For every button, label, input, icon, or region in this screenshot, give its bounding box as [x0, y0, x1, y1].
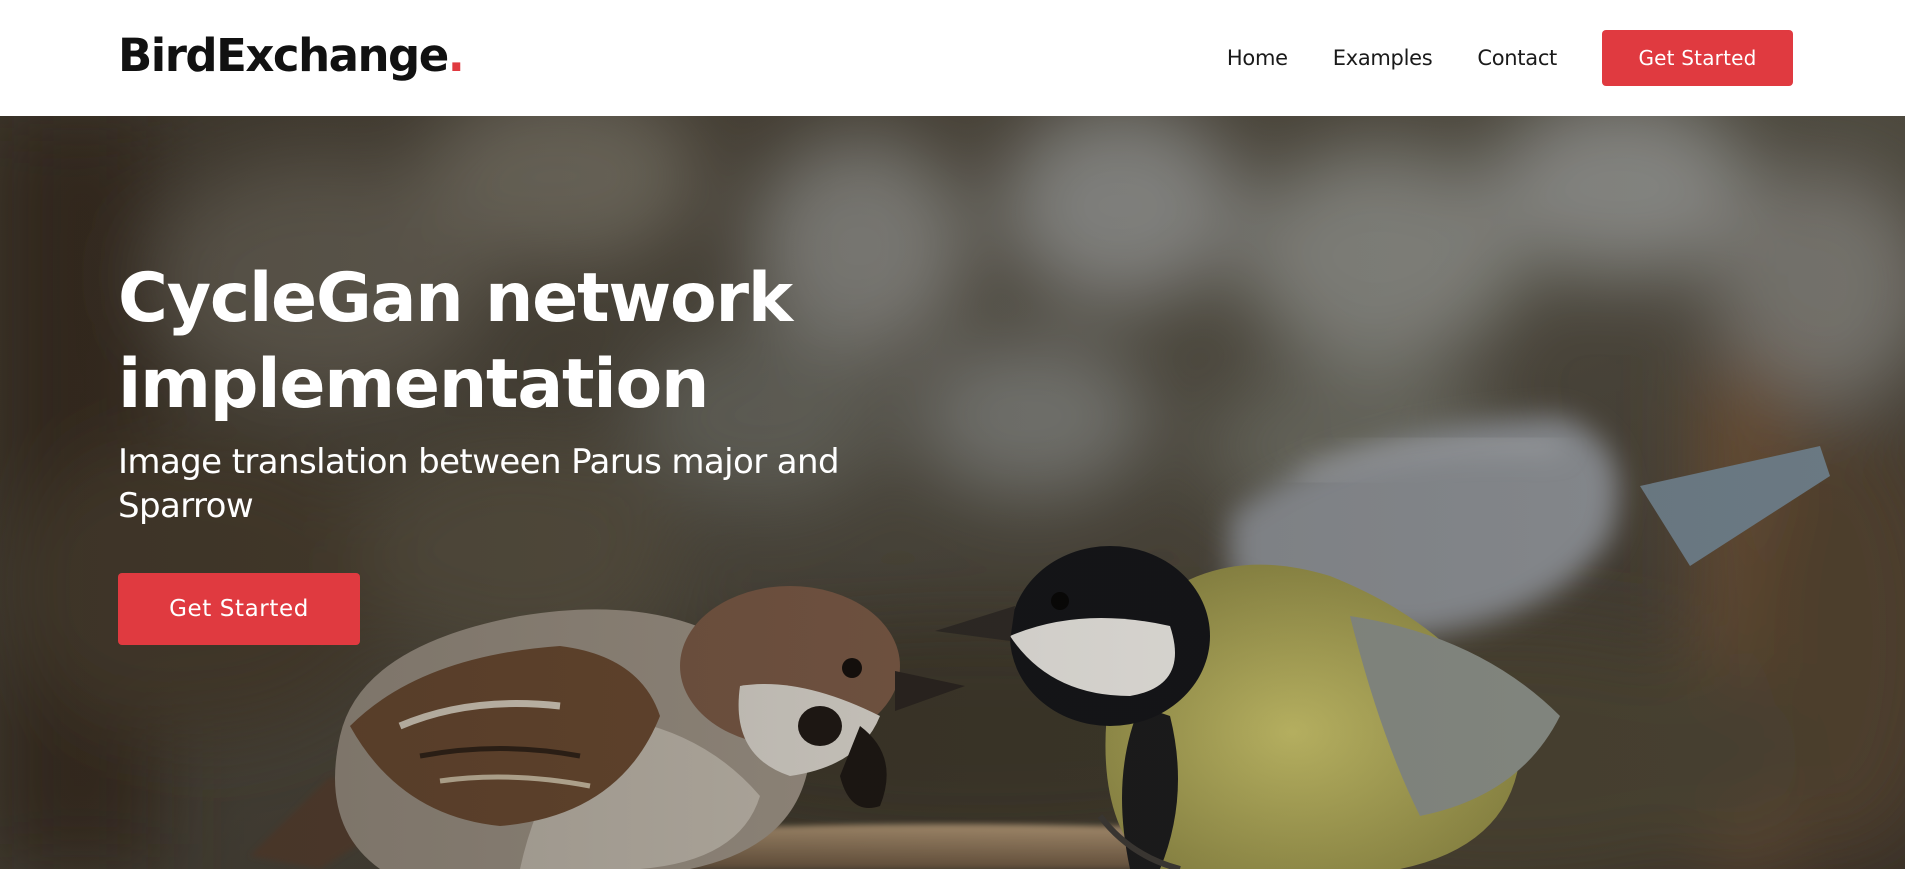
hero-section: CycleGan network implementation Image tr… — [0, 116, 1905, 869]
header-get-started-button[interactable]: Get Started — [1602, 30, 1793, 86]
brand-logo[interactable]: BirdExchange. — [118, 26, 465, 86]
nav-link-contact[interactable]: Contact — [1477, 46, 1557, 70]
brand-dot: . — [447, 29, 465, 82]
nav-link-home[interactable]: Home — [1227, 46, 1288, 70]
nav-link-examples[interactable]: Examples — [1333, 46, 1433, 70]
main-nav: Home Examples Contact Get Started — [1227, 0, 1793, 116]
hero-get-started-button[interactable]: Get Started — [118, 573, 360, 645]
hero-title: CycleGan network implementation — [118, 259, 793, 424]
site-header: BirdExchange. Home Examples Contact Get … — [0, 0, 1905, 116]
brand-name: BirdExchange — [118, 29, 449, 82]
hero-subtitle: Image translation between Parus major an… — [118, 442, 840, 526]
